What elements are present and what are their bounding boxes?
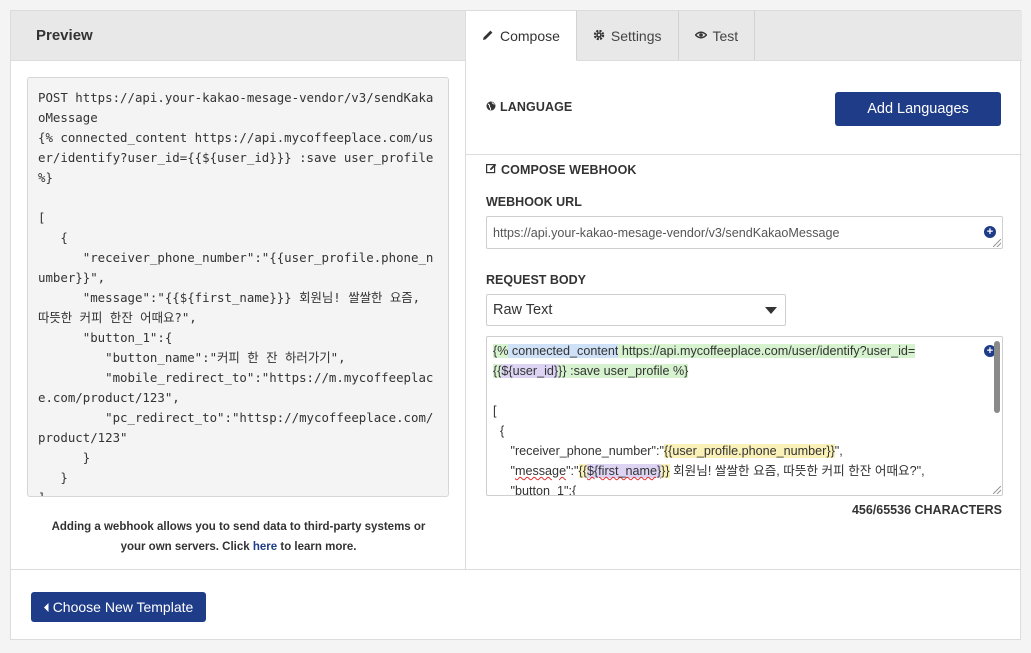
tab-settings[interactable]: Settings bbox=[577, 11, 679, 60]
liquid-tag: :save user_profile %} bbox=[566, 364, 689, 378]
body-line: "button_1":{ bbox=[493, 484, 577, 496]
tab-settings-label: Settings bbox=[610, 27, 662, 44]
body-line: [ bbox=[493, 404, 497, 418]
liquid-tag: }} bbox=[558, 364, 567, 378]
liquid-variable: ${user_id} bbox=[501, 364, 559, 378]
liquid-keyword: connected_content bbox=[508, 344, 619, 358]
eye-icon bbox=[694, 28, 707, 44]
liquid-tag: {{ bbox=[578, 464, 587, 478]
note-text-end: to learn more. bbox=[277, 541, 357, 553]
compose-webhook-label-text: COMPOSE WEBHOOK bbox=[501, 163, 637, 177]
resize-handle-icon[interactable] bbox=[993, 239, 1001, 247]
resize-handle-icon[interactable] bbox=[993, 486, 1001, 494]
language-label-text: LANGUAGE bbox=[500, 100, 573, 114]
language-label: LANGUAGE bbox=[486, 100, 572, 114]
json-text: "receiver_phone_number":" bbox=[493, 444, 664, 458]
liquid-tag: }} bbox=[661, 464, 670, 478]
request-body-format-value: Raw Text bbox=[493, 302, 553, 318]
choose-new-template-button[interactable]: Choose New Template bbox=[31, 592, 206, 622]
body-line: "message":"{{${first_name}}} 회원님! 쌀쌀한 요즘… bbox=[493, 461, 982, 481]
request-body-textarea[interactable]: {% connected_content https://api.mycoffe… bbox=[486, 336, 1003, 496]
body-line: "receiver_phone_number":"{{user_profile.… bbox=[493, 441, 982, 461]
json-text: 회원님! 쌀쌀한 요즘, 따뜻한 커피 한잔 어때요?", bbox=[669, 464, 925, 478]
tab-test-label: Test bbox=[712, 27, 739, 44]
liquid-tag: {% bbox=[493, 344, 509, 358]
webhook-editor: Preview POST https://api.your-kakao-mesa… bbox=[10, 10, 1022, 641]
body-line bbox=[493, 381, 982, 401]
choose-new-template-label: Choose New Template bbox=[52, 599, 194, 615]
body-line: {{${user_id}}} :save user_profile %} bbox=[493, 361, 982, 381]
preview-header: Preview bbox=[11, 11, 465, 61]
liquid-url: https://api.mycoffeeplace.com/user/ident… bbox=[618, 344, 916, 358]
preview-title: Preview bbox=[36, 27, 93, 44]
scrollbar-thumb[interactable] bbox=[994, 341, 1000, 413]
json-text: ", bbox=[834, 444, 843, 458]
tab-bar: Compose Settings Test bbox=[466, 11, 1022, 61]
footer: Choose New Template bbox=[11, 569, 1020, 641]
character-count: 456/65536 CHARACTERS bbox=[851, 503, 1002, 517]
compose-panel: Compose Settings Test LANGUAGE Add Langu… bbox=[466, 11, 1022, 569]
json-key: message bbox=[514, 464, 567, 478]
learn-more-link[interactable]: here bbox=[253, 541, 277, 553]
add-languages-button[interactable]: Add Languages bbox=[835, 92, 1001, 126]
language-section: LANGUAGE Add Languages bbox=[466, 61, 1022, 155]
note-text: Adding a webhook allows you to send data… bbox=[51, 521, 426, 553]
body-line: { bbox=[493, 424, 505, 438]
webhook-url-input[interactable]: https://api.your-kakao-mesage-vendor/v3/… bbox=[486, 216, 1003, 249]
preview-code: POST https://api.your-kakao-mesage-vendo… bbox=[27, 77, 449, 497]
chevron-left-icon bbox=[43, 599, 49, 615]
liquid-variable: {{user_profile.phone_number}} bbox=[663, 444, 835, 458]
preview-panel: Preview POST https://api.your-kakao-mesa… bbox=[11, 11, 466, 569]
gear-icon bbox=[593, 28, 605, 44]
liquid-variable: ${first_name} bbox=[586, 464, 662, 478]
chevron-down-icon bbox=[765, 306, 777, 314]
tab-compose[interactable]: Compose bbox=[466, 11, 577, 61]
webhook-url-value: https://api.your-kakao-mesage-vendor/v3/… bbox=[493, 225, 840, 240]
compose-webhook-label: COMPOSE WEBHOOK bbox=[486, 163, 637, 177]
tab-test[interactable]: Test bbox=[679, 11, 756, 60]
body-line: {% connected_content https://api.mycoffe… bbox=[493, 341, 982, 361]
pencil-icon bbox=[482, 28, 494, 44]
tab-compose-label: Compose bbox=[500, 27, 560, 44]
edit-icon bbox=[486, 163, 497, 177]
webhook-url-label: WEBHOOK URL bbox=[486, 195, 582, 209]
json-text: ":" bbox=[566, 464, 579, 478]
preview-note: Adding a webhook allows you to send data… bbox=[41, 517, 436, 557]
json-text: " bbox=[493, 464, 515, 478]
request-body-label: REQUEST BODY bbox=[486, 273, 587, 287]
add-personalization-icon[interactable]: + bbox=[984, 226, 996, 238]
globe-icon bbox=[486, 100, 496, 114]
request-body-format-select[interactable]: Raw Text bbox=[486, 294, 786, 326]
